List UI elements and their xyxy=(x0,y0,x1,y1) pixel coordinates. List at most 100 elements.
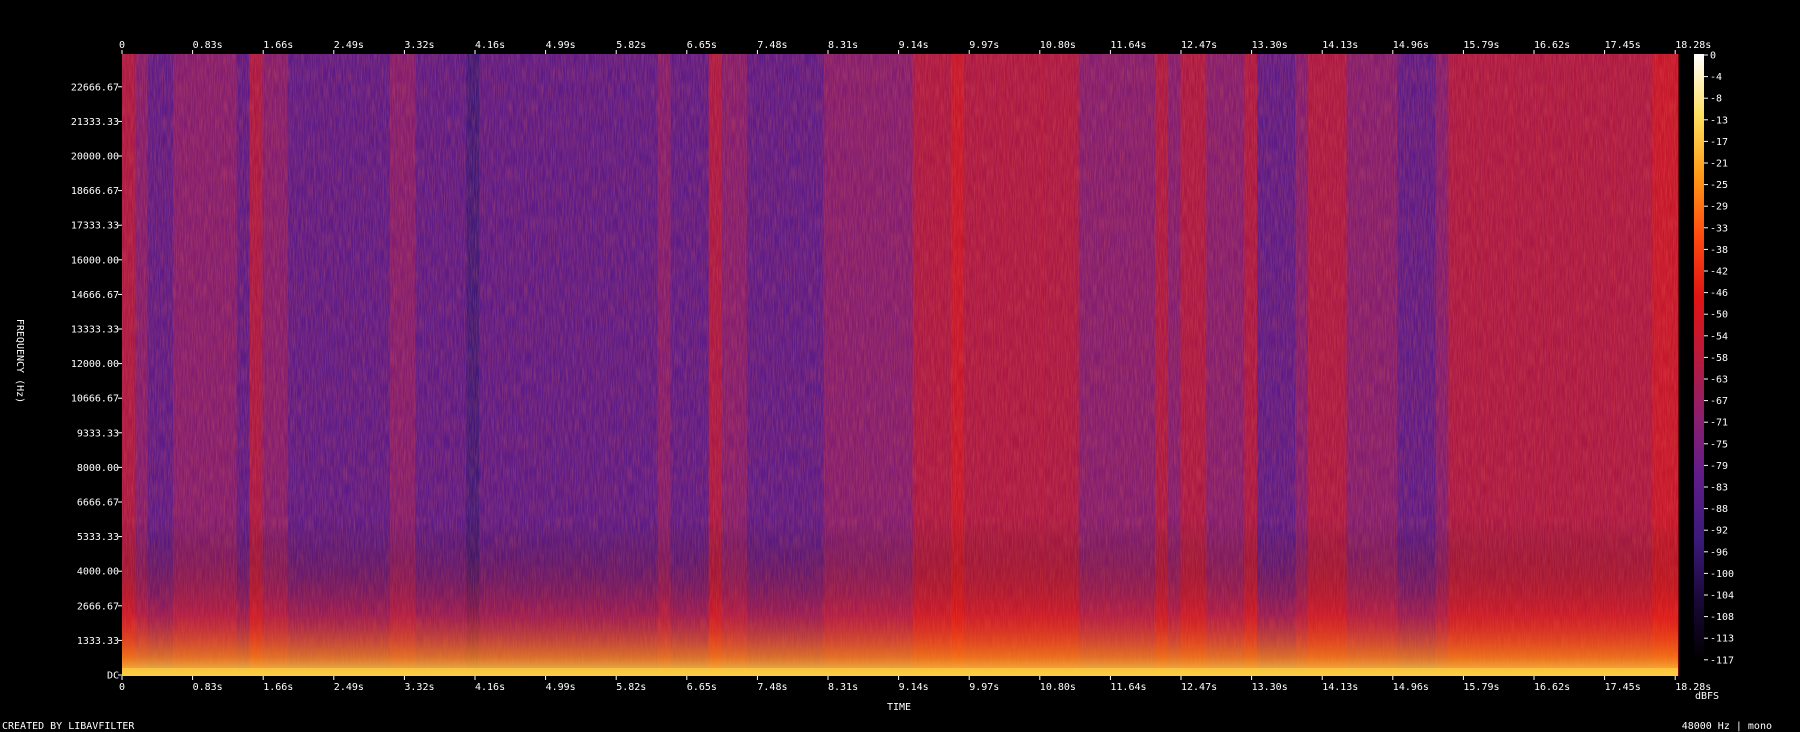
colorbar-gradient xyxy=(1694,54,1704,661)
colorbar-tick-label: -108 xyxy=(1710,612,1734,623)
x-tick-label-bottom: 3.32s xyxy=(404,682,434,693)
x-tick-label-top: 17.45s xyxy=(1605,40,1641,51)
colorbar-tick-label: -67 xyxy=(1710,396,1728,407)
x-tick-label-bottom: 5.82s xyxy=(616,682,646,693)
colorbar-tick-label: -17 xyxy=(1710,137,1728,148)
x-tick-label-top: 14.96s xyxy=(1393,40,1429,51)
x-tick-label-bottom: 14.96s xyxy=(1393,682,1429,693)
x-tick-label-bottom: 15.79s xyxy=(1463,682,1499,693)
y-axis-label: FREQUENCY (Hz) xyxy=(14,319,25,403)
colorbar-tick-label: -100 xyxy=(1710,569,1734,580)
colorbar-ticks: 0 -4 -8 -13 -17 -21 -25 -29 -33 -38 -42 -46 -50 -54 -5… xyxy=(1704,51,1734,666)
y-tick-label: 17333.33 xyxy=(71,221,119,232)
x-tick-label-bottom: 13.30s xyxy=(1252,682,1288,693)
x-axis-ticks-top: 0 0.83s 1.66s 2.49s 3.32s 4.16s 4.99s 5.82s 6.65… xyxy=(119,40,1711,54)
x-tick-label-bottom: 4.16s xyxy=(475,682,505,693)
colorbar xyxy=(1694,54,1704,661)
colorbar-tick-label: -54 xyxy=(1710,331,1728,342)
spectrogram-plot xyxy=(122,54,1679,676)
x-tick-label-top: 14.13s xyxy=(1322,40,1358,51)
colorbar-tick-label: -38 xyxy=(1710,245,1728,256)
x-tick-label-bottom: 11.64s xyxy=(1110,682,1146,693)
y-tick-label: 10666.67 xyxy=(71,394,119,405)
x-tick-label-top: 12.47s xyxy=(1181,40,1217,51)
colorbar-tick-label: -75 xyxy=(1710,439,1728,450)
y-tick-label: 20000.00 xyxy=(71,152,119,163)
colorbar-tick-label: -33 xyxy=(1710,223,1728,234)
colorbar-tick-label: -46 xyxy=(1710,288,1728,299)
y-tick-label: 6666.67 xyxy=(77,498,119,509)
colorbar-tick-label: -96 xyxy=(1710,547,1728,558)
colorbar-tick-label: -63 xyxy=(1710,375,1728,386)
x-axis-ticks-bottom: 0 0.83s 1.66s 2.49s 3.32s 4.16s 4.99s 5.82s 6.65… xyxy=(119,676,1711,693)
footer-created-by: CREATED BY LIBAVFILTER xyxy=(2,721,135,732)
colorbar-tick-label: -117 xyxy=(1710,655,1734,666)
footer-sample-rate: 48000 Hz | mono xyxy=(1682,721,1772,732)
y-tick-label: 18666.67 xyxy=(71,186,119,197)
x-tick-label-top: 7.48s xyxy=(757,40,787,51)
x-tick-label-top: 8.31s xyxy=(828,40,858,51)
y-tick-label: 12000.00 xyxy=(71,359,119,370)
x-tick-label-top: 10.80s xyxy=(1040,40,1076,51)
x-tick-label-top: 9.97s xyxy=(969,40,999,51)
colorbar-tick-label: -71 xyxy=(1710,418,1728,429)
x-tick-label-bottom: 10.80s xyxy=(1040,682,1076,693)
y-tick-label: 14666.67 xyxy=(71,290,119,301)
x-tick-label-bottom: 2.49s xyxy=(334,682,364,693)
y-tick-label: 1333.33 xyxy=(77,636,119,647)
x-axis-label: TIME xyxy=(887,702,911,713)
x-tick-label-top: 4.99s xyxy=(546,40,576,51)
colorbar-tick-label: -50 xyxy=(1710,310,1728,321)
colorbar-tick-label: -42 xyxy=(1710,267,1728,278)
x-tick-label-bottom: 7.48s xyxy=(757,682,787,693)
x-tick-label-bottom: 8.31s xyxy=(828,682,858,693)
x-tick-label-bottom: 1.66s xyxy=(263,682,293,693)
colorbar-tick-label: -29 xyxy=(1710,202,1728,213)
y-tick-label: 9333.33 xyxy=(77,428,119,439)
colorbar-label: dBFS xyxy=(1695,691,1719,702)
x-tick-label-bottom: 14.13s xyxy=(1322,682,1358,693)
x-tick-label-top: 2.49s xyxy=(334,40,364,51)
colorbar-tick-label: 0 xyxy=(1710,51,1716,62)
x-tick-label-bottom: 4.99s xyxy=(546,682,576,693)
x-tick-label-top: 15.79s xyxy=(1463,40,1499,51)
colorbar-tick-label: -88 xyxy=(1710,504,1728,515)
y-tick-label: 4000.00 xyxy=(77,567,119,578)
colorbar-tick-label: -4 xyxy=(1710,72,1722,83)
x-tick-label-bottom: 9.14s xyxy=(899,682,929,693)
x-tick-label-bottom: 17.45s xyxy=(1605,682,1641,693)
colorbar-tick-label: -92 xyxy=(1710,526,1728,537)
x-tick-label-top: 9.14s xyxy=(899,40,929,51)
y-tick-label: 5333.33 xyxy=(77,532,119,543)
y-tick-label: 2666.67 xyxy=(77,601,119,612)
x-tick-label-top: 4.16s xyxy=(475,40,505,51)
x-tick-label-top: 0.83s xyxy=(193,40,223,51)
y-tick-label: DC xyxy=(107,671,119,682)
colorbar-tick-label: -8 xyxy=(1710,94,1722,105)
x-tick-label-top: 6.65s xyxy=(687,40,717,51)
x-tick-label-top: 13.30s xyxy=(1252,40,1288,51)
y-tick-label: 21333.33 xyxy=(71,117,119,128)
colorbar-tick-label: -21 xyxy=(1710,159,1728,170)
colorbar-tick-label: -58 xyxy=(1710,353,1728,364)
x-tick-label-top: 5.82s xyxy=(616,40,646,51)
x-tick-label-bottom: 16.62s xyxy=(1534,682,1570,693)
x-tick-label-top: 3.32s xyxy=(404,40,434,51)
colorbar-tick-label: -79 xyxy=(1710,461,1728,472)
x-tick-label-top: 0 xyxy=(119,40,125,51)
x-tick-label-bottom: 6.65s xyxy=(687,682,717,693)
x-tick-label-bottom: 9.97s xyxy=(969,682,999,693)
colorbar-tick-label: -113 xyxy=(1710,634,1734,645)
colorbar-tick-label: -25 xyxy=(1710,180,1728,191)
y-tick-label: 8000.00 xyxy=(77,463,119,474)
colorbar-tick-label: -13 xyxy=(1710,115,1728,126)
x-tick-label-bottom: 0 xyxy=(119,682,125,693)
colorbar-tick-label: -83 xyxy=(1710,483,1728,494)
x-tick-label-top: 16.62s xyxy=(1534,40,1570,51)
y-tick-label: 16000.00 xyxy=(71,255,119,266)
y-tick-label: 22666.67 xyxy=(71,82,119,93)
x-tick-label-top: 11.64s xyxy=(1110,40,1146,51)
x-tick-label-bottom: 0.83s xyxy=(193,682,223,693)
colorbar-tick-label: -104 xyxy=(1710,591,1734,602)
x-tick-label-top: 1.66s xyxy=(263,40,293,51)
